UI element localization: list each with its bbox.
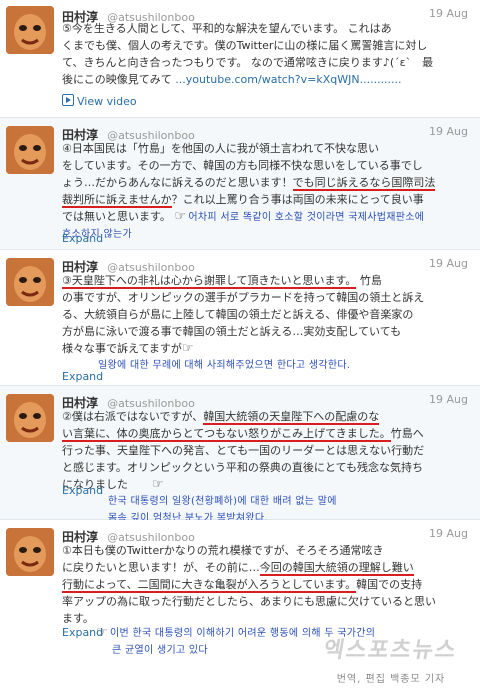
avatar[interactable] xyxy=(6,126,54,174)
highlighted-text: い言葉に、体の奥底からとてつもない怒りがこみ上げてきました。 xyxy=(62,427,391,442)
korean-translation-text: 일왕에 대한 무례에 대해 사죄해주었으면 한다고 생각한다. xyxy=(98,360,351,371)
korean-translation: 일왕에 대한 무례에 대해 사죄해주었으면 한다고 생각한다. xyxy=(62,357,470,374)
tweet-line: 方が島に泳いで渡る事で韓国の領土だと訴える…実効支配していても xyxy=(62,325,402,338)
tweet-line: 後にこの映像見てみて ...youtube.com/watch?v=kXqWJN… xyxy=(62,71,470,88)
expand-button[interactable]: Expand xyxy=(62,232,103,245)
highlighted-text: ③天皇陛下への非礼は心から謝罪して頂きたいと思います。 xyxy=(62,274,357,289)
expand-button[interactable]: Expand xyxy=(62,484,103,497)
tweet-text: ③天皇陛下への非礼は心から謝罪して頂きたいと思います。 竹島 の事ですが、オリン… xyxy=(62,272,470,374)
tweet-line-text: 後にこの映像見てみて xyxy=(62,73,176,86)
tweet-line: 率アップの為に取った行動だとしたら、あまりにも思慮に欠けていると思い xyxy=(62,595,436,608)
tweet-line-text: ょう…だからあんなに訴えるのだと思います！ xyxy=(62,176,293,189)
tweet-line: ょう…だからあんなに訴えるのだと思います！でも同じ訴えるなら国際司法 xyxy=(62,174,470,191)
tweet-line: る、大統領自らが島に上陸して韓国の領土だと訴える、俳優や音楽家の xyxy=(62,308,414,321)
youtube-link[interactable]: ...youtube.com/watch?v=kXqWJN...........… xyxy=(175,73,401,86)
tweet-line: 様々な事で訴えてますが☞ xyxy=(62,340,470,357)
pointing-hand-icon: ☞ xyxy=(152,477,164,492)
tweet-line: 行った事、天皇陛下への発言、とても一国のリーダーとは思えない行動だ xyxy=(62,444,425,457)
expand-button[interactable]: Expand xyxy=(62,370,103,383)
video-icon xyxy=(62,94,74,106)
tweet-line-text: 竹島へ xyxy=(390,427,424,440)
korean-translation: ☞ 어차피 서로 똑같이 호소할 것이라면 국제사법재판소에 xyxy=(174,209,425,224)
tweet-text: ①本日も僕のTwitterかなりの荒れ模様ですが、そろそろ通常呟き に戻りたいと… xyxy=(62,542,470,627)
pointing-hand-icon: ☞ xyxy=(181,341,194,356)
tweet-line: ③天皇陛下への非礼は心から謝罪して頂きたいと思います。 竹島 xyxy=(62,272,470,289)
avatar[interactable] xyxy=(6,6,54,54)
tweet-date[interactable]: 19 Aug xyxy=(429,125,468,138)
view-video-button[interactable]: View video xyxy=(62,94,137,108)
tweet-item[interactable]: 田村淳 @atsushilonboo 19 Aug ⑤今を生きる人間として、平和… xyxy=(0,0,480,118)
tweet-date[interactable]: 19 Aug xyxy=(429,257,468,270)
tweet-line-text: 竹島 xyxy=(356,274,382,287)
tweet-text: ⑤今を生きる人間として、平和的な解決を望んでいます。 これはあ くまでも僕、個人… xyxy=(62,20,470,88)
tweet-text: ②僕は右派ではないですが、韓国大統領の天皇陛下への配慮のな い言葉に、体の奥底か… xyxy=(62,408,470,527)
tweet-line: くまでも僕、個人の考えです。僕のTwitterに山の様に届く罵詈雑言に対し xyxy=(62,39,428,52)
tweet-feed: 田村淳 @atsushilonboo 19 Aug ⑤今を生きる人間として、平和… xyxy=(0,0,480,700)
tweet-line: に戻りたいと思います！が、その前に…今回の韓国大統領の理解し難い xyxy=(62,559,470,576)
avatar[interactable] xyxy=(6,528,54,576)
korean-translation: 호소하지 않는가 xyxy=(62,229,132,240)
tweet-line: 裁判所に訴えませんか？これ以上罵り合う事は両国の未来にとって良い事 xyxy=(62,191,470,208)
tweet-line: では無いと思います。 ☞ 어차피 서로 똑같이 호소할 것이라면 국제사법재판소에 xyxy=(62,208,470,226)
translator-credit: 번역, 편집 백종모 기자 xyxy=(336,674,446,685)
tweet-line: い言葉に、体の奥底からとてつもない怒りがこみ上げてきました。竹島へ xyxy=(62,425,470,442)
tweet-date[interactable]: 19 Aug xyxy=(429,393,468,406)
tweet-line: 行動によって、二国間に大きな亀裂が入ろうとしています。韓国での支持 xyxy=(62,576,470,593)
highlighted-text: 行動によって、二国間に大きな亀裂が入ろうとしています。 xyxy=(62,578,357,593)
tweet-item[interactable]: 田村淳 @atsushilonboo 19 Aug ②僕は右派ではないですが、韓… xyxy=(0,386,480,524)
highlighted-text: 裁判所に訴えませんか xyxy=(62,193,172,208)
tweet-line: ④日本国民は「竹島」を他国の人に我が領土言われて不快な思い xyxy=(62,142,379,155)
tweet-date[interactable]: 19 Aug xyxy=(429,527,468,540)
tweet-line: をしています。その一方で、韓国の方も同様不快な思いをしている事でし xyxy=(62,159,423,172)
tweet-header: 田村淳 @atsushilonboo 19 Aug xyxy=(62,526,472,544)
highlighted-text: でも同じ訴えるなら国際司法 xyxy=(292,176,436,191)
tweet-line-text: 様々な事で訴えてますが xyxy=(62,342,182,355)
tweet-header: 田村淳 @atsushilonboo 19 Aug xyxy=(62,392,472,410)
highlighted-text: 韓国大統領の天皇陛下への配慮のな xyxy=(203,410,380,425)
korean-translation: 큰 균열이 생기고 있다 xyxy=(112,645,208,656)
view-video-label: View video xyxy=(77,95,137,108)
tweet-line: ②僕は右派ではないですが、韓国大統領の天皇陛下への配慮のな xyxy=(62,408,470,425)
tweet-header: 田村淳 @atsushilonboo 19 Aug xyxy=(62,256,472,274)
tweet-text: ④日本国民は「竹島」を他国の人に我が領土言われて不快な思い をしています。その一… xyxy=(62,140,470,243)
tweet-header: 田村淳 @atsushilonboo 19 Aug xyxy=(62,124,472,142)
tweet-line: になりました ☞ xyxy=(62,476,470,493)
korean-translation: 한국 대통령의 일왕(천황폐하)에 대한 배려 없는 말에 xyxy=(108,496,337,507)
tweet-line-text: ②僕は右派ではないですが、 xyxy=(62,410,204,423)
tweet-line-text: 韓国での支持 xyxy=(356,578,423,591)
pointing-hand-icon: ☞ xyxy=(96,625,108,640)
tweet-line-text: では無いと思います。 xyxy=(62,210,171,223)
tweet-item[interactable]: 田村淳 @atsushilonboo 19 Aug ③天皇陛下への非礼は心から謝… xyxy=(0,250,480,386)
avatar[interactable] xyxy=(6,258,54,306)
tweet-line: の事ですが、オリンピックの選手がプラカードを持って韓国の領土と訴え xyxy=(62,291,425,304)
tweet-line-text: ？これ以上罵り合う事は両国の未来にとって良い事 xyxy=(171,193,424,206)
tweet-line: と感じます。オリンピックという平和の祭典の直後にとても残念な気持ち xyxy=(62,461,424,474)
tweet-date[interactable]: 19 Aug xyxy=(429,7,468,20)
tweet-line: て、きちんと向き合ったつもりです。 なので通常呟きに戻ります♪(´ε` 最 xyxy=(62,56,434,69)
watermark-logo: 엑스포츠뉴스 xyxy=(321,638,460,663)
tweet-line: ⑤今を生きる人間として、平和的な解決を望んでいます。 これはあ xyxy=(62,22,392,35)
watermark: 엑스포츠뉴스 번역, 편집 백종모 기자 xyxy=(316,632,466,685)
korean-translation-text: 어차피 서로 똑같이 호소할 것이라면 국제사법재판소에 xyxy=(188,212,425,223)
tweet-line-text: に戻りたいと思います！が、その前に… xyxy=(62,561,260,574)
avatar[interactable] xyxy=(6,394,54,442)
pointing-hand-icon: ☞ xyxy=(174,209,187,224)
tweet-line: ①本日も僕のTwitterかなりの荒れ模様ですが、そろそろ通常呟き xyxy=(62,544,384,557)
highlighted-text: 今回の韓国大統領の理解し難い xyxy=(259,561,414,576)
tweet-item[interactable]: 田村淳 @atsushilonboo 19 Aug ④日本国民は「竹島」を他国の… xyxy=(0,118,480,250)
